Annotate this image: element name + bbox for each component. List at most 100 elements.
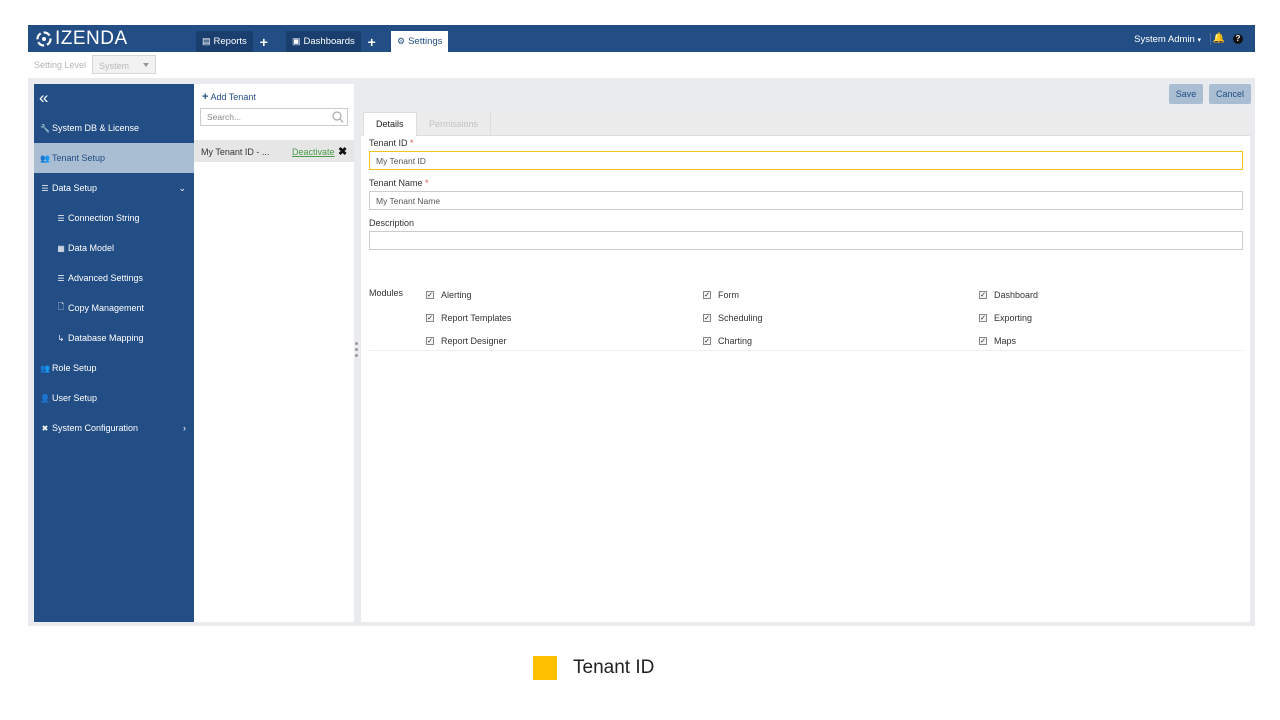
plus-icon: + — [202, 91, 209, 103]
tenant-search-input[interactable] — [201, 109, 326, 125]
caret-down-icon: ▾ — [1197, 37, 1201, 44]
module-report-templates[interactable]: ✓ Report Templates — [426, 312, 511, 324]
sidebar-item-advanced-settings[interactable]: ☰ Advanced Settings — [34, 263, 194, 293]
setting-level-value: System — [99, 61, 130, 71]
add-tenant-button[interactable]: + Add Tenant — [202, 91, 256, 103]
collapse-sidebar-icon[interactable]: « — [39, 89, 48, 106]
module-label: Charting — [718, 336, 753, 346]
close-icon[interactable]: ✖ — [338, 145, 347, 158]
save-button[interactable]: Save — [1169, 84, 1203, 104]
description-label: Description — [369, 218, 415, 228]
app-window: IZENDA ▤ Reports + ▣ Dashboards + ⚙ Sett… — [28, 25, 1255, 626]
reports-label: Reports — [213, 36, 247, 47]
tenant-id-input[interactable] — [369, 151, 1243, 170]
checkbox-checked-icon[interactable]: ✓ — [979, 314, 987, 322]
tenant-list-panel: + Add Tenant My Tenant ID - ... Deactiva… — [194, 84, 354, 622]
help-icon[interactable]: ? — [1233, 34, 1243, 44]
mapping-icon: ↳ — [57, 333, 65, 343]
tools-icon: ✖ — [41, 423, 49, 433]
highlight-legend: Tenant ID — [533, 656, 654, 680]
deactivate-link[interactable]: Deactivate — [292, 147, 335, 157]
checkbox-checked-icon[interactable]: ✓ — [979, 291, 987, 299]
module-alerting[interactable]: ✓ Alerting — [426, 289, 472, 301]
module-form[interactable]: ✓ Form — [703, 289, 739, 301]
sidebar-item-label: System DB & License — [52, 123, 140, 133]
checkbox-checked-icon[interactable]: ✓ — [426, 314, 434, 322]
module-scheduling[interactable]: ✓ Scheduling — [703, 312, 763, 324]
user-icon: 👤 — [40, 393, 50, 403]
sidebar-item-copy-management[interactable]: 🗋 Copy Management — [34, 293, 194, 323]
gear-icon: ⚙ — [397, 36, 406, 46]
dashboard-monitor-icon: ▣ — [292, 36, 301, 46]
wrench-icon: 🔧 — [40, 123, 50, 133]
sidebar-item-label: Connection String — [68, 213, 140, 223]
grid-icon: ▦ — [57, 243, 65, 253]
izenda-logo[interactable]: IZENDA — [35, 28, 128, 50]
checkbox-checked-icon[interactable]: ✓ — [979, 337, 987, 345]
copy-icon: 🗋 — [57, 302, 65, 311]
tenant-name: My Tenant ID - ... — [201, 147, 270, 157]
sidebar-item-role-setup[interactable]: 👥 Role Setup — [34, 353, 194, 383]
checkbox-checked-icon[interactable]: ✓ — [703, 291, 711, 299]
sidebar-item-label: System Configuration — [52, 423, 139, 433]
connection-string-icon: ☰ — [57, 213, 65, 223]
module-label: Dashboard — [994, 290, 1039, 300]
settings-nav: ⚙ Settings — [391, 31, 449, 52]
panel-resize-handle[interactable] — [355, 342, 359, 364]
cancel-button[interactable]: Cancel — [1209, 84, 1251, 104]
user-name: System Admin — [1134, 34, 1195, 45]
dashboards-tab[interactable]: ▣ Dashboards — [286, 31, 361, 52]
module-report-designer[interactable]: ✓ Report Designer — [426, 335, 507, 347]
modules-divider — [369, 350, 1243, 351]
sidebar-item-data-model[interactable]: ▦ Data Model — [34, 233, 194, 263]
tenant-name-label: Tenant Name * — [369, 178, 429, 188]
module-dashboard[interactable]: ✓ Dashboard — [979, 289, 1038, 301]
sidebar-item-system-db[interactable]: 🔧 System DB & License — [34, 113, 194, 143]
tab-permissions[interactable]: Permissions — [416, 112, 492, 136]
sidebar-item-label: Advanced Settings — [68, 273, 144, 283]
dashboards-label: Dashboards — [303, 36, 355, 47]
sidebar-item-connection-string[interactable]: ☰ Connection String — [34, 203, 194, 233]
tenant-id-label: Tenant ID * — [369, 138, 414, 148]
tab-details[interactable]: Details — [363, 112, 417, 136]
reports-tab[interactable]: ▤ Reports — [196, 31, 253, 52]
tenant-name-label-text: Tenant Name — [369, 178, 423, 188]
sidebar-item-tenant-setup[interactable]: 👥 Tenant Setup — [34, 143, 194, 173]
tenant-id-label-text: Tenant ID — [369, 138, 408, 148]
user-menu[interactable]: System Admin ▾ — [1134, 34, 1201, 45]
settings-tab[interactable]: ⚙ Settings — [391, 31, 449, 52]
sidebar-item-label: Tenant Setup — [52, 153, 106, 163]
search-icon[interactable] — [332, 110, 344, 124]
checkbox-checked-icon[interactable]: ✓ — [426, 337, 434, 345]
tenant-list-item[interactable]: My Tenant ID - ... Deactivate ✖ — [194, 140, 354, 162]
module-label: Maps — [994, 336, 1017, 346]
description-input[interactable] — [369, 231, 1243, 250]
sidebar-item-label: Copy Management — [68, 303, 145, 313]
bell-icon[interactable]: 🔔 — [1213, 33, 1225, 44]
sidebar-item-data-setup[interactable]: ☰ Data Setup ⌄ — [34, 173, 194, 203]
add-dashboard-button[interactable]: + — [361, 31, 383, 52]
tenant-search — [200, 108, 348, 126]
checkbox-checked-icon[interactable]: ✓ — [703, 337, 711, 345]
module-label: Exporting — [994, 313, 1033, 323]
checkbox-checked-icon[interactable]: ✓ — [426, 291, 434, 299]
setting-level-select[interactable]: System — [92, 55, 156, 74]
module-maps[interactable]: ✓ Maps — [979, 335, 1016, 347]
sidebar-item-label: Database Mapping — [68, 333, 144, 343]
module-charting[interactable]: ✓ Charting — [703, 335, 752, 347]
tenant-form-panel: Details Permissions Tenant ID * Tenant N… — [361, 110, 1250, 622]
modules-label: Modules — [369, 288, 404, 298]
role-group-icon: 👥 — [40, 363, 50, 373]
add-report-button[interactable]: + — [253, 31, 275, 52]
module-label: Form — [718, 290, 739, 300]
tenant-name-input[interactable] — [369, 191, 1243, 210]
required-mark: * — [425, 178, 429, 188]
sidebar-item-user-setup[interactable]: 👤 User Setup — [34, 383, 194, 413]
sidebar-item-database-mapping[interactable]: ↳ Database Mapping — [34, 323, 194, 353]
module-exporting[interactable]: ✓ Exporting — [979, 312, 1032, 324]
checkbox-checked-icon[interactable]: ✓ — [703, 314, 711, 322]
sidebar-item-label: Role Setup — [52, 363, 97, 373]
sidebar-item-system-configuration[interactable]: ✖ System Configuration › — [34, 413, 194, 443]
module-label: Alerting — [441, 290, 472, 300]
top-bar: IZENDA ▤ Reports + ▣ Dashboards + ⚙ Sett… — [28, 25, 1255, 52]
